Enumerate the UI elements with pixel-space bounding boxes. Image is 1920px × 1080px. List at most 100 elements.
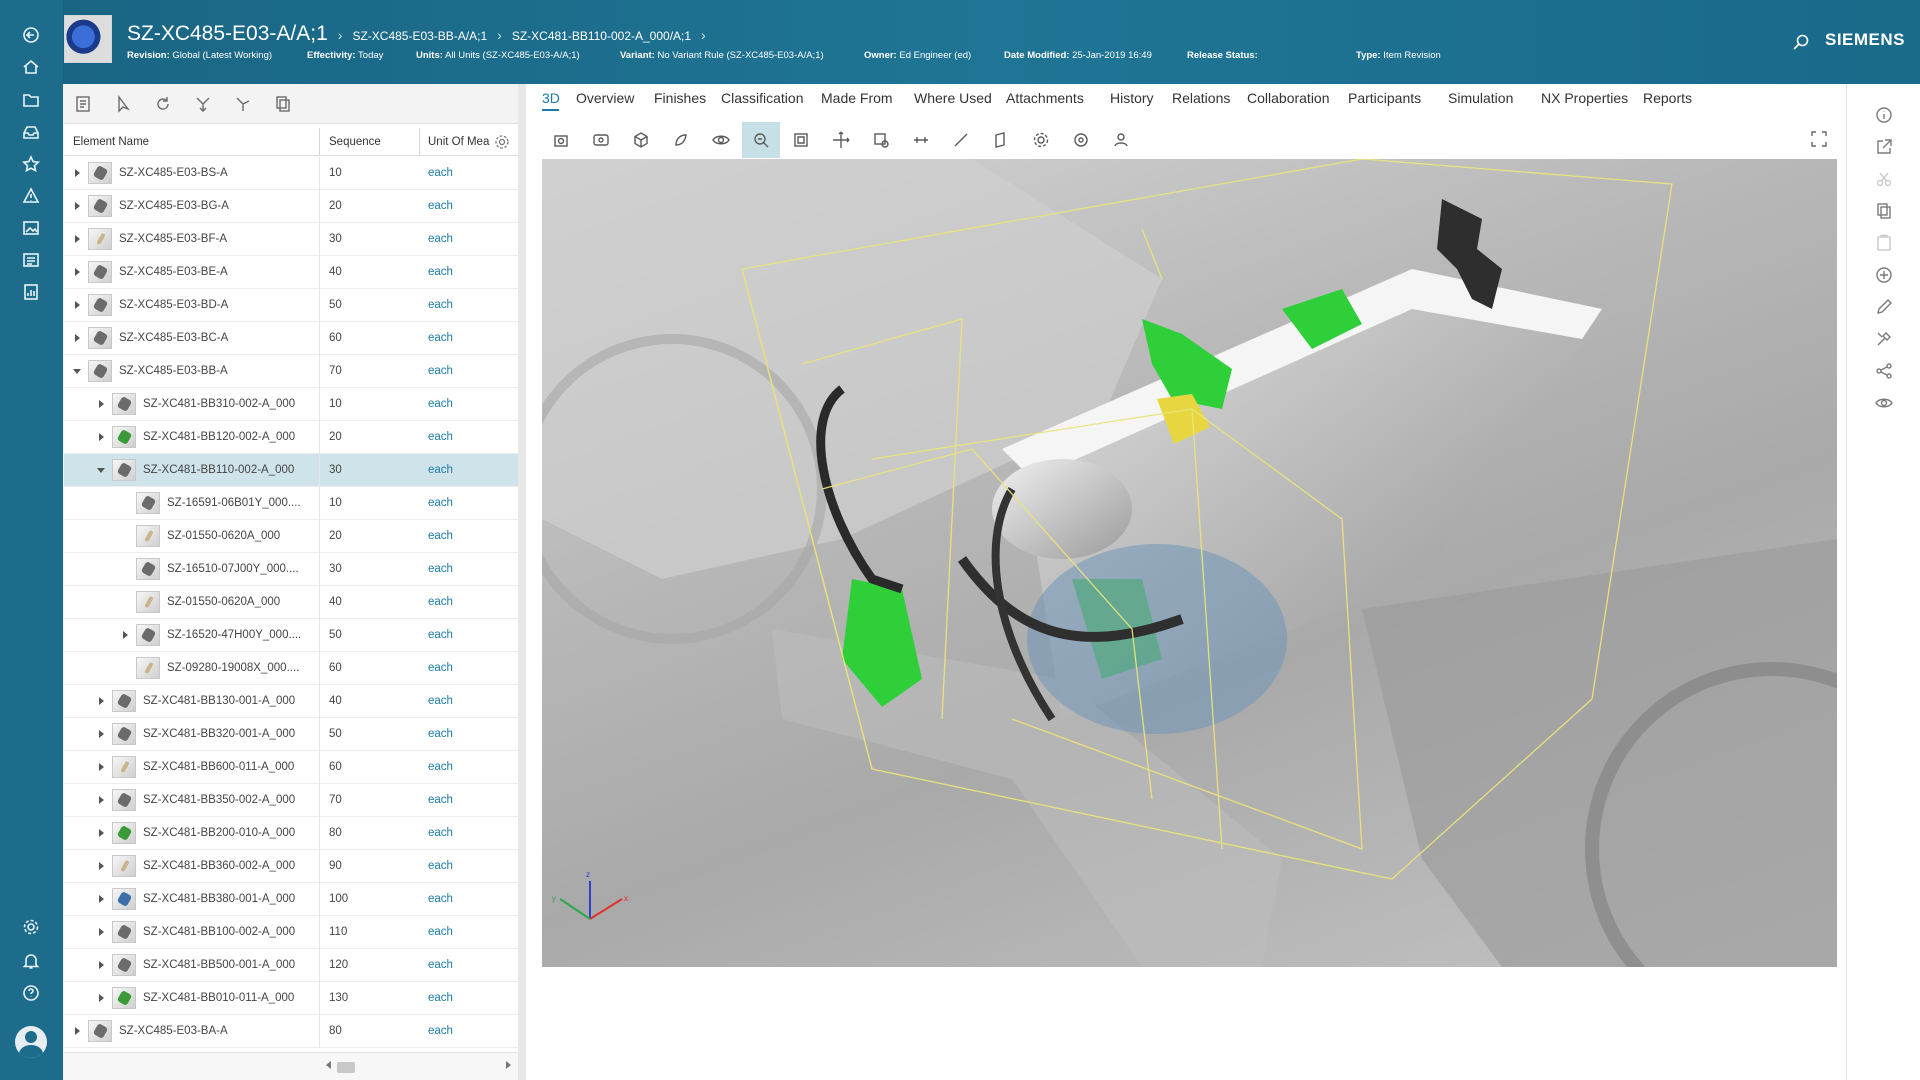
column-divider[interactable] bbox=[419, 128, 420, 156]
collapsed-caret-icon[interactable] bbox=[96, 927, 106, 937]
copy-icon[interactable] bbox=[1875, 202, 1893, 220]
tree-row[interactable]: SZ-01550-0620A_000 20 each bbox=[64, 520, 518, 553]
tree-row[interactable]: SZ-XC485-E03-BG-A 20 each bbox=[64, 190, 518, 223]
cut-icon[interactable] bbox=[1875, 170, 1893, 188]
column-header-element-name[interactable]: Element Name bbox=[73, 136, 313, 148]
unit-of-measure-cell[interactable]: each bbox=[428, 629, 453, 641]
3d-part-icon[interactable] bbox=[982, 122, 1020, 158]
collapsed-caret-icon[interactable] bbox=[120, 630, 130, 640]
collapsed-caret-icon[interactable] bbox=[96, 861, 106, 871]
revision-rule[interactable]: Revision: Global (Latest Working) bbox=[127, 50, 272, 61]
watch-icon[interactable] bbox=[1875, 394, 1893, 412]
element-name[interactable]: SZ-XC481-BB110-002-A_000 bbox=[143, 464, 312, 476]
tree-row[interactable]: SZ-XC485-E03-BA-A 80 each bbox=[64, 1015, 518, 1048]
unit-of-measure-cell[interactable]: each bbox=[428, 563, 453, 575]
collapse-tree-icon[interactable] bbox=[234, 95, 252, 113]
element-name[interactable]: SZ-01550-0620A_000 bbox=[167, 596, 312, 608]
edit-icon[interactable] bbox=[1875, 298, 1893, 316]
tab-history[interactable]: History bbox=[1110, 90, 1154, 106]
3d-viewer[interactable]: z x y bbox=[542, 159, 1837, 967]
tree-row[interactable]: SZ-XC481-BB100-002-A_000 110 each bbox=[64, 916, 518, 949]
element-name[interactable]: SZ-XC485-E03-BC-A bbox=[119, 332, 312, 344]
expanded-caret-icon[interactable] bbox=[72, 366, 82, 376]
info-icon[interactable] bbox=[1875, 106, 1893, 124]
element-name[interactable]: SZ-09280-19008X_000.... bbox=[167, 662, 312, 674]
back-icon[interactable] bbox=[18, 22, 44, 48]
bell-icon[interactable] bbox=[18, 948, 44, 974]
unit-of-measure-cell[interactable]: each bbox=[428, 728, 453, 740]
column-divider[interactable] bbox=[319, 128, 320, 156]
collapsed-caret-icon[interactable] bbox=[72, 201, 82, 211]
settings-icon[interactable] bbox=[1022, 122, 1060, 158]
collapsed-caret-icon[interactable] bbox=[72, 234, 82, 244]
unit-of-measure-cell[interactable]: each bbox=[428, 596, 453, 608]
element-name[interactable]: SZ-16510-07J00Y_000.... bbox=[167, 563, 312, 575]
people-icon[interactable] bbox=[1102, 122, 1140, 158]
element-name[interactable]: SZ-XC485-E03-BA-A bbox=[119, 1025, 312, 1037]
unit-of-measure-cell[interactable]: each bbox=[428, 1025, 453, 1037]
help-icon[interactable] bbox=[18, 980, 44, 1006]
tab-where-used[interactable]: Where Used bbox=[914, 90, 992, 106]
move-icon[interactable] bbox=[822, 122, 860, 158]
share-icon[interactable] bbox=[1875, 362, 1893, 380]
element-name[interactable]: SZ-XC481-BB380-001-A_000 bbox=[143, 893, 312, 905]
search-icon[interactable] bbox=[1792, 33, 1810, 51]
tab-reports[interactable]: Reports bbox=[1643, 90, 1692, 106]
filter-icon[interactable] bbox=[114, 94, 132, 113]
refresh-icon[interactable] bbox=[154, 95, 172, 113]
element-name[interactable]: SZ-XC485-E03-BD-A bbox=[119, 299, 312, 311]
element-name[interactable]: SZ-XC485-E03-BE-A bbox=[119, 266, 312, 278]
unit-of-measure-cell[interactable]: each bbox=[428, 992, 453, 1004]
structure-icon[interactable] bbox=[74, 95, 92, 113]
unit-of-measure-cell[interactable]: each bbox=[428, 959, 453, 971]
tab-relations[interactable]: Relations bbox=[1172, 90, 1230, 106]
tree-row[interactable]: SZ-XC481-BB600-011-A_000 60 each bbox=[64, 751, 518, 784]
column-header-unit-of-measure[interactable]: Unit Of Measure bbox=[428, 136, 490, 148]
collapsed-caret-icon[interactable] bbox=[96, 696, 106, 706]
collapsed-caret-icon[interactable] bbox=[72, 1026, 82, 1036]
effectivity[interactable]: Effectivity: Today bbox=[307, 50, 383, 61]
collapsed-caret-icon[interactable] bbox=[72, 333, 82, 343]
units[interactable]: Units: All Units (SZ-XC485-E03-A/A;1) bbox=[416, 50, 580, 61]
shading-icon[interactable] bbox=[662, 122, 700, 158]
tree-row[interactable]: SZ-XC481-BB500-001-A_000 120 each bbox=[64, 949, 518, 982]
tree-row[interactable]: SZ-XC485-E03-BE-A 40 each bbox=[64, 256, 518, 289]
tree-row[interactable]: SZ-16520-47H00Y_000.... 50 each bbox=[64, 619, 518, 652]
element-name[interactable]: SZ-16520-47H00Y_000.... bbox=[167, 629, 312, 641]
user-avatar[interactable] bbox=[15, 1026, 47, 1058]
element-name[interactable]: SZ-XC481-BB600-011-A_000 bbox=[143, 761, 312, 773]
collapsed-caret-icon[interactable] bbox=[96, 993, 106, 1003]
tree-row[interactable]: SZ-XC481-BB110-002-A_000 30 each bbox=[64, 454, 518, 487]
tab-participants[interactable]: Participants bbox=[1348, 90, 1421, 106]
horizontal-scrollbar[interactable] bbox=[64, 1052, 518, 1080]
fit-all-icon[interactable] bbox=[782, 122, 820, 158]
breadcrumb-item[interactable]: SZ-XC485-E03-BB-A/A;1 bbox=[352, 29, 487, 43]
collapsed-caret-icon[interactable] bbox=[96, 960, 106, 970]
unit-of-measure-cell[interactable]: each bbox=[428, 167, 453, 179]
unit-of-measure-cell[interactable]: each bbox=[428, 794, 453, 806]
markup-icon[interactable] bbox=[942, 122, 980, 158]
tab-simulation[interactable]: Simulation bbox=[1448, 90, 1513, 106]
tree-row[interactable]: SZ-XC485-E03-BC-A 60 each bbox=[64, 322, 518, 355]
tab-attachments[interactable]: Attachments bbox=[1006, 90, 1084, 106]
element-name[interactable]: SZ-XC485-E03-BG-A bbox=[119, 200, 312, 212]
collapsed-caret-icon[interactable] bbox=[96, 432, 106, 442]
paste-icon[interactable] bbox=[1875, 234, 1893, 252]
element-name[interactable]: SZ-XC485-E03-BF-A bbox=[119, 233, 312, 245]
expanded-caret-icon[interactable] bbox=[96, 465, 106, 475]
tree-row[interactable]: SZ-XC481-BB200-010-A_000 80 each bbox=[64, 817, 518, 850]
scroll-right-icon[interactable] bbox=[506, 1061, 511, 1069]
settings-icon[interactable] bbox=[18, 914, 44, 940]
snapshot-icon[interactable] bbox=[542, 122, 580, 158]
element-name[interactable]: SZ-XC481-BB320-001-A_000 bbox=[143, 728, 312, 740]
unit-of-measure-cell[interactable]: each bbox=[428, 695, 453, 707]
element-name[interactable]: SZ-XC485-E03-BB-A bbox=[119, 365, 312, 377]
tree-row[interactable]: SZ-09280-19008X_000.... 60 each bbox=[64, 652, 518, 685]
tab-made-from[interactable]: Made From bbox=[821, 90, 893, 106]
unit-of-measure-cell[interactable]: each bbox=[428, 827, 453, 839]
tree-row[interactable]: SZ-XC481-BB320-001-A_000 50 each bbox=[64, 718, 518, 751]
report-icon[interactable] bbox=[18, 279, 44, 305]
unit-of-measure-cell[interactable]: each bbox=[428, 233, 453, 245]
element-name[interactable]: SZ-XC485-E03-BS-A bbox=[119, 167, 312, 179]
tree-row[interactable]: SZ-01550-0620A_000 40 each bbox=[64, 586, 518, 619]
